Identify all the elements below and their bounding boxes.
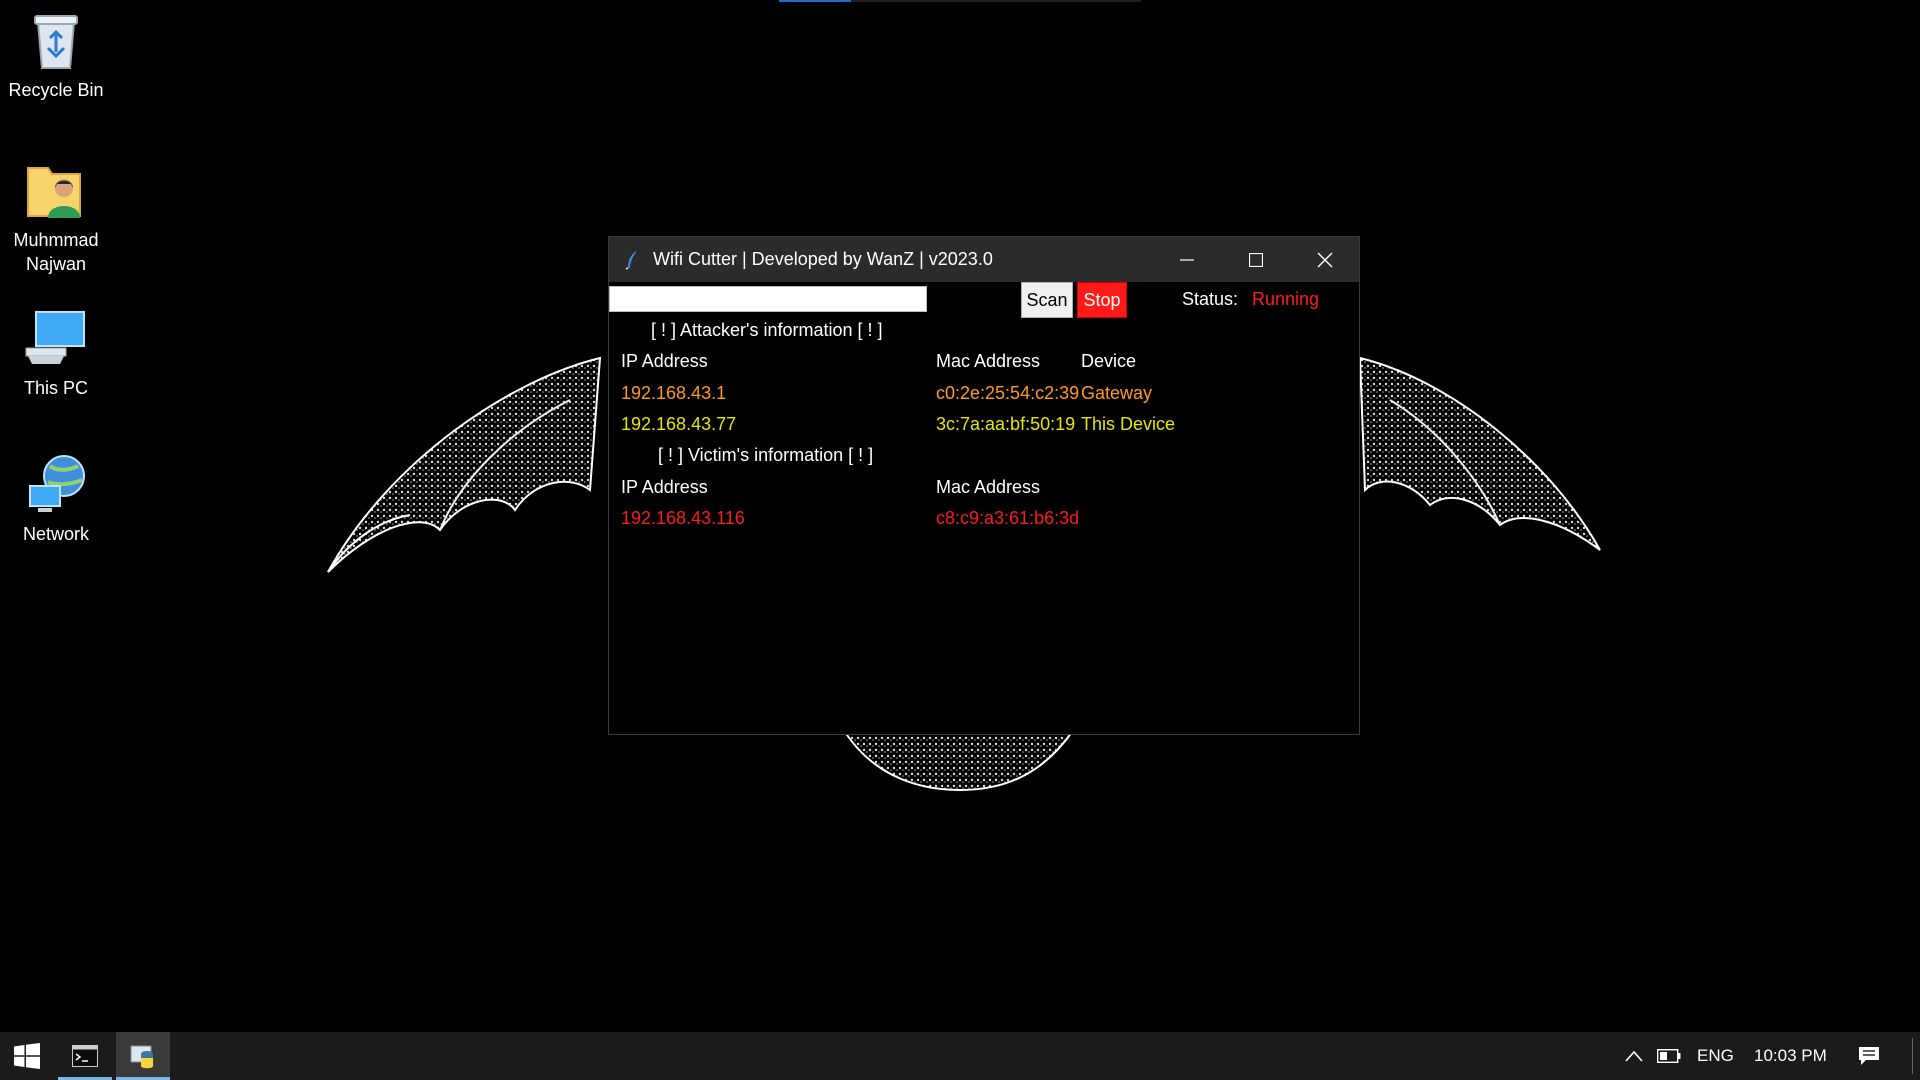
this-device-label: This Device: [1081, 414, 1176, 434]
battery-button[interactable]: [1644, 1032, 1694, 1080]
desktop-icon-label: Muhmmad Najwan: [0, 228, 112, 276]
terminal-icon: [72, 1045, 98, 1067]
close-button[interactable]: [1290, 237, 1359, 282]
desktop-icon-label: Recycle Bin: [8, 80, 104, 100]
victim-mac-column-header: Mac Address: [936, 477, 1041, 497]
user-folder-icon: [24, 158, 88, 222]
network-icon: [24, 452, 88, 516]
minimize-button[interactable]: [1152, 237, 1221, 282]
this-device-mac: 3c:7a:aa:bf:50:19: [936, 414, 1076, 434]
language-indicator[interactable]: ENG: [1697, 1032, 1734, 1080]
victim-mac: c8:c9:a3:61:b6:3d: [936, 508, 1080, 528]
gateway-device: Gateway: [1081, 383, 1153, 403]
desktop-icon-recycle-bin[interactable]: Recycle Bin: [0, 8, 112, 102]
attacker-device-column-header: Device: [1081, 351, 1137, 371]
feather-icon: [625, 250, 637, 270]
action-center-button[interactable]: [1844, 1032, 1894, 1080]
window-controls: [1152, 237, 1359, 282]
maximize-button[interactable]: [1221, 237, 1290, 282]
this-pc-icon: [24, 306, 88, 370]
status-value: Running: [1252, 289, 1320, 309]
desktop-icon-label: Network: [22, 524, 89, 544]
recycle-bin-icon: [24, 8, 88, 72]
clock[interactable]: 10:03 PM: [1754, 1032, 1827, 1080]
window-title: Wifi Cutter | Developed by WanZ | v2023.…: [653, 249, 993, 269]
desktop-icon-label: This PC: [23, 378, 88, 398]
battery-icon: [1657, 1049, 1681, 1063]
attacker-mac-column-header: Mac Address: [936, 351, 1041, 371]
chevron-up-icon: [1625, 1050, 1643, 1062]
status-label: Status:: [1182, 289, 1239, 309]
top-indicator: [779, 0, 1141, 2]
taskbar: ENG 10:03 PM: [0, 1032, 1920, 1080]
target-input[interactable]: [609, 286, 927, 312]
minimize-icon: [1179, 258, 1194, 261]
victim-ip-column-header: IP Address: [621, 477, 708, 497]
victim-ip: 192.168.43.116: [621, 508, 745, 528]
maximize-icon: [1248, 252, 1263, 267]
desktop-icon-user-folder[interactable]: Muhmmad Najwan: [0, 158, 112, 276]
start-button[interactable]: [0, 1032, 54, 1080]
attacker-info-header: [ ! ] Attacker's information [ ! ]: [651, 320, 883, 340]
windows-logo-icon: [14, 1043, 40, 1069]
attacker-ip-column-header: IP Address: [621, 351, 708, 371]
wifi-cutter-window: Wifi Cutter | Developed by WanZ | v2023.…: [608, 236, 1360, 735]
window-content: Scan Stop Status: Running [ ! ] Attacker…: [609, 282, 1359, 733]
taskbar-terminal[interactable]: [58, 1032, 112, 1080]
stop-button[interactable]: Stop: [1077, 282, 1127, 318]
desktop: Recycle Bin Muhmmad Najwan This PC Netwo…: [0, 0, 1920, 1032]
python-icon: [130, 1045, 153, 1069]
desktop-icon-network[interactable]: Network: [0, 452, 112, 546]
show-desktop-button[interactable]: [1912, 1038, 1913, 1074]
victim-info-header: [ ! ] Victim's information [ ! ]: [658, 445, 874, 465]
taskbar-python[interactable]: [116, 1032, 170, 1080]
user-folder-label: Muhmmad Najwan: [13, 230, 99, 274]
close-icon: [1317, 252, 1332, 267]
window-titlebar[interactable]: Wifi Cutter | Developed by WanZ | v2023.…: [609, 237, 1359, 282]
notification-icon: [1859, 1047, 1879, 1065]
gateway-mac: c0:2e:25:54:c2:39: [936, 383, 1080, 403]
gateway-ip: 192.168.43.1: [621, 383, 727, 403]
scan-button[interactable]: Scan: [1021, 282, 1073, 318]
this-device-ip: 192.168.43.77: [621, 414, 737, 434]
desktop-icon-this-pc[interactable]: This PC: [0, 306, 112, 400]
